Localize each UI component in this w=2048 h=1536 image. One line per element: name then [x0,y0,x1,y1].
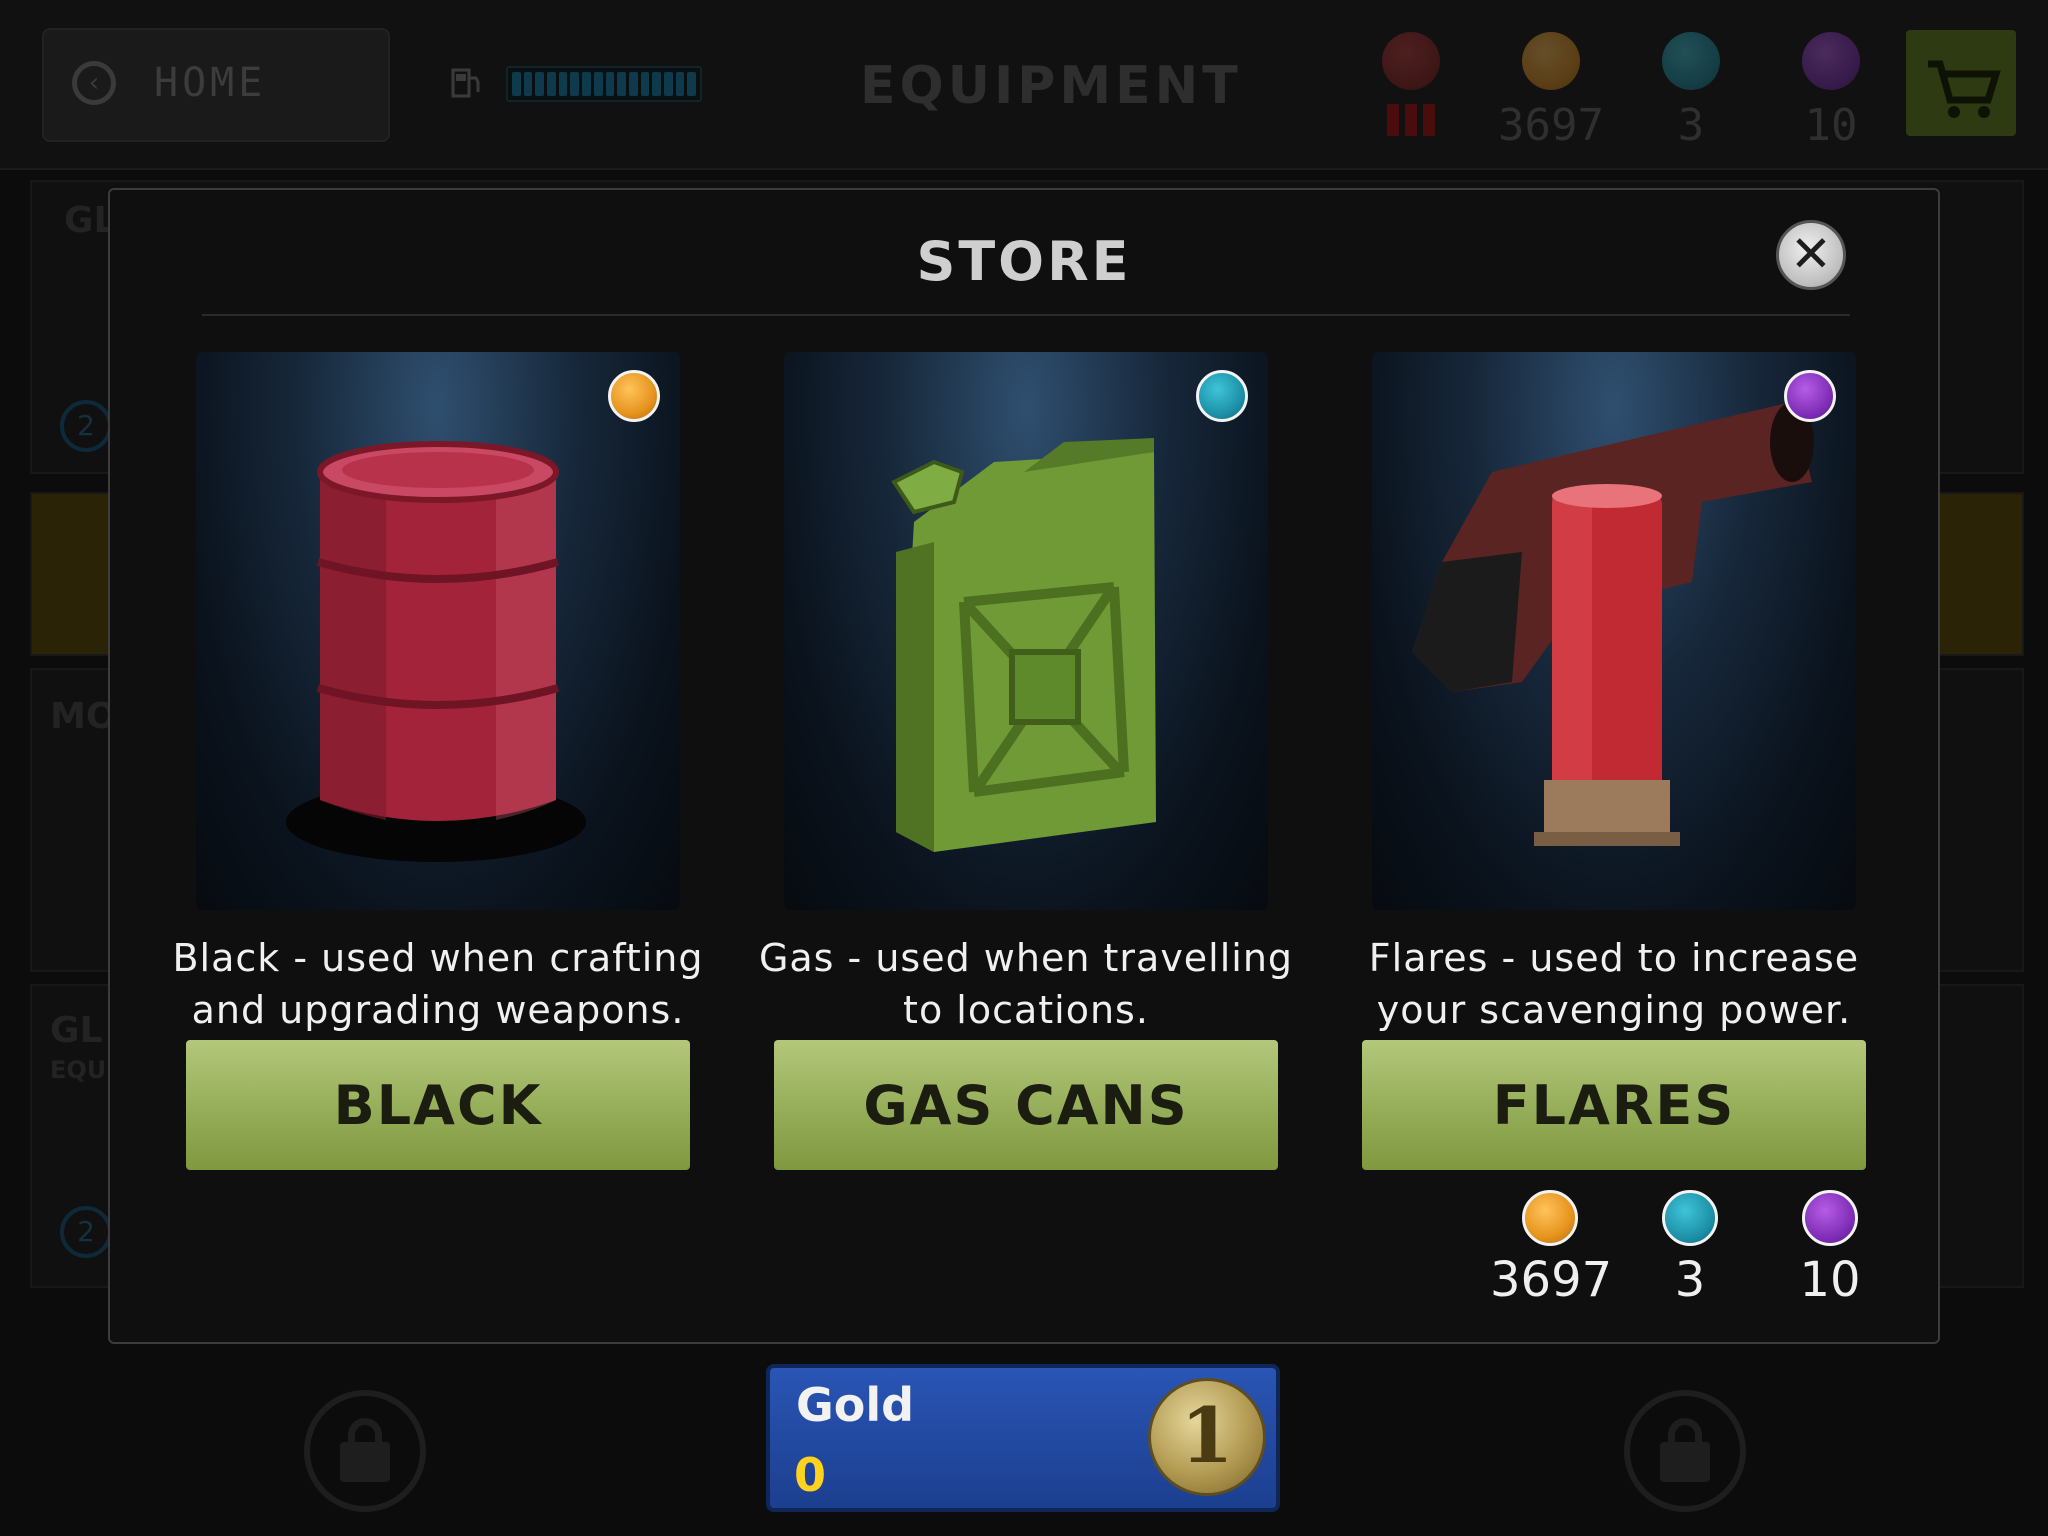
jerry-can-illustration [891,438,1156,852]
close-button[interactable]: ✕ [1776,220,1846,290]
background-label-gl-2: GL [50,1010,103,1051]
black-balance-value: 3697 [1490,1252,1613,1308]
lock-icon [1624,1390,1746,1512]
back-arrow-icon: ‹ [72,61,116,105]
gas-can-icon [1196,370,1248,422]
home-button[interactable]: ‹ HOME [42,28,390,142]
flare-gun-illustration [1412,402,1814,846]
description-line: Gas - used when travelling [758,936,1294,980]
buy-flares-button[interactable]: FLARES [1362,1040,1866,1170]
store-modal: STORE ✕ Black - used when crafting and u… [108,188,1940,1344]
black-oil-drop-icon [1522,1190,1578,1246]
gold-coin-icon: 1 [1148,1378,1266,1496]
gold-title: Gold [796,1378,915,1432]
flare-balance: 10 [1770,1190,1890,1308]
description-line: and upgrading weapons. [191,988,685,1032]
flare-resource: 10 [1776,32,1886,151]
gas-description: Gas - used when travelling to locations. [754,932,1298,1036]
home-label: HOME [154,60,267,106]
gas-balance-value: 3 [1674,1252,1706,1308]
skull-resource [1356,32,1466,136]
gas-resource: 3 [1636,32,1746,151]
buy-black-button[interactable]: BLACK [186,1040,690,1170]
cart-icon [1928,60,2001,118]
black-description: Black - used when crafting and upgrading… [166,932,710,1036]
background-label-mo: MO [50,696,117,737]
flare-balance-value: 10 [1799,1252,1861,1308]
flares-description: Flares - used to increase your scavengin… [1342,932,1886,1036]
shop-cart-button[interactable] [1906,30,2016,136]
flare-gun-icon [1802,1190,1858,1246]
black-oil-drop-icon [608,370,660,422]
gas-can-icon [1662,32,1720,90]
skull-icon [1382,32,1440,90]
gas-count: 3 [1677,100,1705,151]
description-line: to locations. [903,988,1149,1032]
oil-barrel-image [196,352,680,910]
store-title: STORE [916,230,1132,293]
flare-gun-icon [1802,32,1860,90]
top-bar: ‹ HOME EQUIPMENT 3697 3 10 [0,0,2048,170]
description-line: your scavenging power. [1376,988,1852,1032]
jerry-can-image [784,352,1268,910]
buy-gas-cans-button[interactable]: GAS CANS [774,1040,1278,1170]
black-count: 3697 [1498,100,1604,151]
title-divider [202,314,1850,316]
lock-icon [304,1390,426,1512]
black-oil-drop-icon [1522,32,1580,90]
background-badge-2: 2 [60,1206,112,1258]
gold-amount: 0 [794,1448,827,1502]
fuel-pump-icon [451,68,480,98]
black-balance: 3697 [1490,1190,1613,1308]
fuel-progress-bar [506,66,702,102]
description-line: Flares - used to increase [1368,936,1860,980]
health-bars [1356,104,1466,136]
description-line: Black - used when crafting [172,936,704,980]
flare-gun-icon [1784,370,1836,422]
background-label-equ: EQU [50,1056,107,1084]
gold-panel[interactable]: Gold 0 1 [766,1364,1280,1512]
gas-balance: 3 [1630,1190,1750,1308]
gas-can-icon [1662,1190,1718,1246]
flare-gun-image [1372,352,1856,910]
oil-barrel-illustration [286,441,586,862]
background-badge-1: 2 [60,400,112,452]
black-resource: 3697 [1496,32,1606,151]
flare-count: 10 [1804,100,1858,151]
screen-title: EQUIPMENT [860,56,1242,116]
